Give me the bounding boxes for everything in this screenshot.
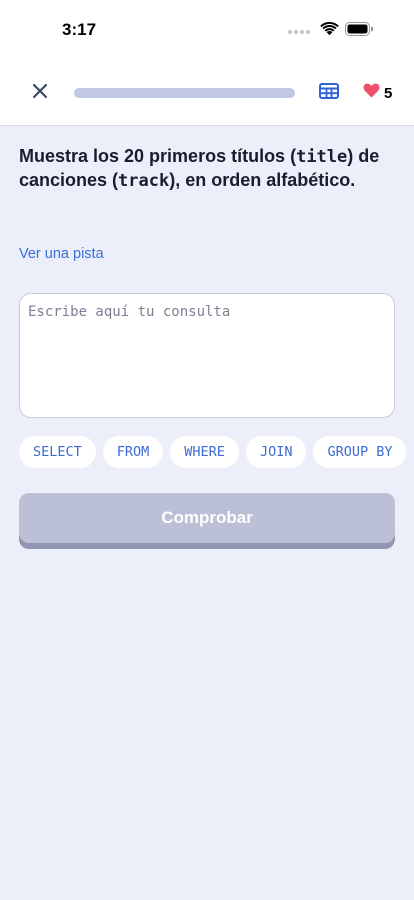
prompt-code-track: track xyxy=(118,171,170,191)
lives-count: 5 xyxy=(384,84,393,102)
query-input[interactable] xyxy=(19,293,395,418)
status-time: 3:17 xyxy=(62,20,97,39)
hint-link[interactable]: Ver una pista xyxy=(19,246,104,262)
battery-icon xyxy=(345,22,374,41)
keyword-chips: SELECT FROM WHERE JOIN GROUP BY xyxy=(19,436,414,468)
wifi-icon xyxy=(320,21,339,41)
keyword-chip-select[interactable]: SELECT xyxy=(19,436,96,468)
progress-bar xyxy=(74,88,295,98)
table-icon xyxy=(319,82,339,104)
cellular-signal-icon xyxy=(288,29,310,34)
keyword-chip-where[interactable]: WHERE xyxy=(170,436,239,468)
heart-icon xyxy=(363,83,380,103)
lives-indicator: 5 xyxy=(363,83,392,103)
keyword-chip-join[interactable]: JOIN xyxy=(245,436,307,468)
close-icon xyxy=(32,83,48,104)
check-button[interactable]: Comprobar xyxy=(19,493,395,543)
close-button[interactable] xyxy=(28,81,52,105)
prompt-text: ), en orden alfabético. xyxy=(169,170,356,190)
exercise-header: 5 xyxy=(0,62,414,126)
prompt-code-title: title xyxy=(296,147,348,167)
status-icons xyxy=(288,21,374,41)
schema-table-button[interactable] xyxy=(317,82,341,104)
status-bar: 3:17 xyxy=(0,0,414,62)
prompt-text: Muestra los 20 primeros títulos ( xyxy=(19,146,297,166)
keyword-chip-group-by[interactable]: GROUP BY xyxy=(313,436,407,468)
keyword-chip-from[interactable]: FROM xyxy=(102,436,164,468)
exercise-prompt: Muestra los 20 primeros títulos (title) … xyxy=(19,145,395,193)
